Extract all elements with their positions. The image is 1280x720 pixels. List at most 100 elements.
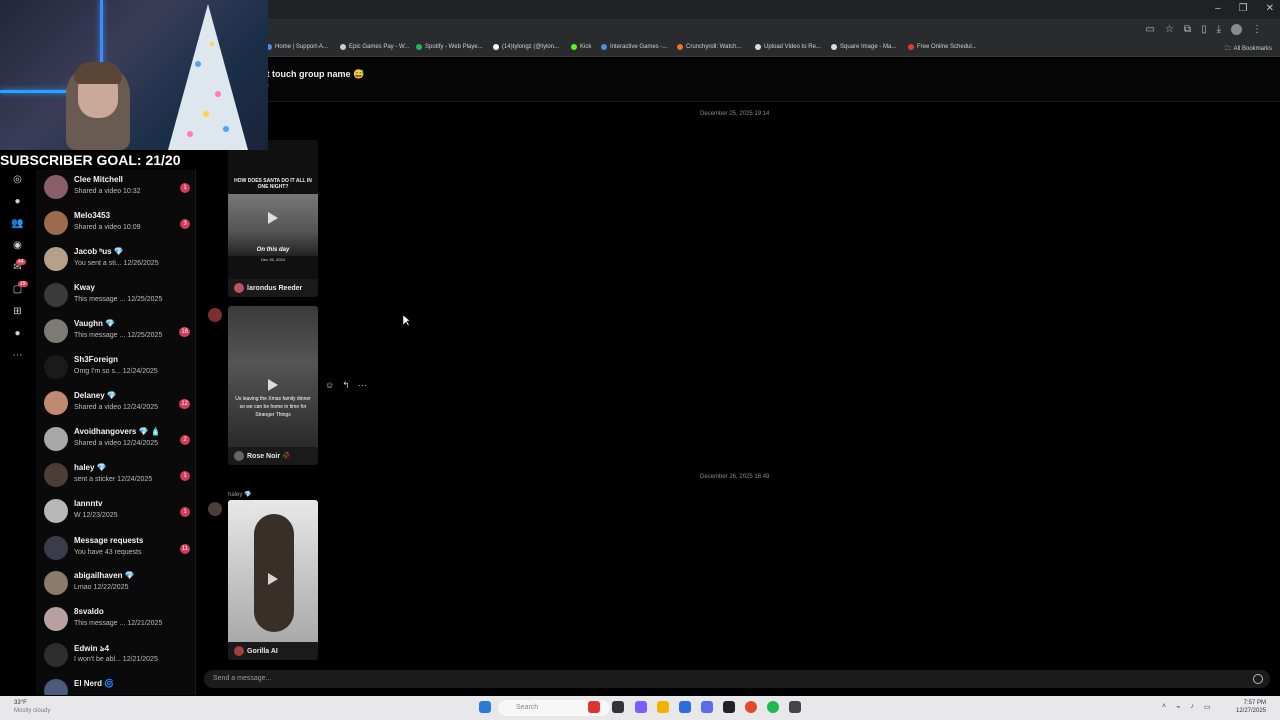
christmas-tree — [168, 4, 248, 150]
unread-badge: 1 — [180, 507, 190, 517]
upload-icon[interactable]: ⊞ — [11, 305, 24, 318]
unread-badge: 1 — [180, 471, 190, 481]
conversation-item[interactable]: abigailhaven 💎 Lmao 12/22/2025 — [44, 568, 194, 602]
more-icon[interactable]: ⋯ — [11, 349, 24, 362]
react-icon[interactable]: ☺ — [325, 380, 334, 391]
all-bookmarks[interactable]: 🗀 All Bookmarks — [1225, 44, 1272, 54]
sidebar-icon[interactable]: ▯ — [1201, 24, 1207, 35]
video-author: Rose Noir 🥀 — [228, 447, 318, 465]
bookmark-favicon — [677, 44, 683, 50]
conversation-item[interactable]: Vaughn 💎 This message ... 12/25/2025 16 — [44, 316, 194, 350]
obs-icon[interactable] — [789, 701, 801, 713]
avatar — [44, 643, 68, 667]
unread-badge: 1 — [180, 183, 190, 193]
volume-icon[interactable]: ♪ — [1190, 703, 1194, 711]
conversation-item[interactable]: Sh3Foreign Omg I'm so s... 12/24/2025 — [44, 352, 194, 386]
video-author: Gorilla AI — [228, 642, 318, 660]
chevron-up-icon[interactable]: ˄ — [1162, 703, 1166, 711]
bookmark-item[interactable]: Free Online Schedul... — [908, 44, 977, 50]
bookmark-item[interactable]: Interactive Games -... — [601, 44, 667, 50]
sender-name: haley 💎 — [228, 492, 252, 498]
network-icon[interactable]: ⌁ — [1176, 703, 1180, 711]
avatar — [44, 319, 68, 343]
friends-icon[interactable]: 👥 — [11, 217, 24, 230]
conversation-item[interactable]: Melo3453 Shared a video 10:09 3 — [44, 208, 194, 242]
unread-badge: 12 — [179, 399, 190, 409]
date-separator: December 25, 2025 19:14 — [700, 111, 770, 117]
emoji-icon[interactable] — [1253, 674, 1263, 684]
avatar — [44, 463, 68, 487]
discord-icon[interactable] — [701, 701, 713, 713]
bookmark-favicon — [340, 44, 346, 50]
weather-widget[interactable]: 33°F Mostly cloudy — [14, 699, 50, 715]
file-explorer-icon[interactable] — [657, 701, 669, 713]
profile-avatar[interactable] — [1231, 24, 1242, 35]
play-icon[interactable] — [268, 379, 278, 391]
maximize-button[interactable]: ❐ — [1239, 3, 1248, 14]
video-caption: Us leaving the Xmas family dinner so we … — [235, 396, 311, 418]
conversation-item[interactable]: Delaney 💎 Shared a video 12/24/2025 12 — [44, 388, 194, 422]
store-icon[interactable] — [679, 701, 691, 713]
message-requests-item[interactable]: Message requests You have 43 requests 11 — [44, 533, 194, 567]
widgets-icon[interactable] — [635, 701, 647, 713]
message-composer[interactable] — [204, 670, 1270, 688]
download-icon[interactable]: ⤓ — [1217, 24, 1221, 35]
unread-badge: 11 — [179, 544, 190, 554]
memory-label: On this day — [256, 247, 290, 253]
shared-video-card[interactable]: Us leaving the Xmas family dinner so we … — [228, 306, 318, 465]
battery-icon[interactable]: ▭ — [1204, 703, 1211, 711]
conversation-item[interactable]: lannntv W 12/23/2025 1 — [44, 496, 194, 530]
messages-badge: 19 — [18, 281, 28, 287]
group-name[interactable]: nt touch group name 😅 — [261, 69, 364, 80]
bookmark-favicon — [493, 44, 499, 50]
avatar — [44, 355, 68, 379]
bookmark-item[interactable]: (14)tylongz (@tylon... — [493, 44, 559, 50]
clock[interactable]: 7:57 PM 12/27/2025 — [1236, 699, 1266, 715]
conversation-item[interactable]: 8svaldo This message ... 12/21/2025 — [44, 604, 194, 638]
sender-avatar[interactable] — [208, 308, 222, 322]
bookmark-item[interactable]: Epic Games Pay - W... — [340, 44, 409, 50]
conversation-item[interactable]: Edwin ঌ4 I won't be abl... 12/21/2025 — [44, 640, 194, 674]
close-button[interactable]: ✕ — [1266, 3, 1274, 14]
spotify-icon[interactable] — [767, 701, 779, 713]
x-app-icon[interactable] — [723, 701, 735, 713]
task-view-icon[interactable] — [612, 701, 624, 713]
bookmark-star-icon[interactable]: ☆ — [1165, 24, 1174, 35]
led-strip — [0, 90, 70, 93]
minimize-button[interactable]: – — [1215, 3, 1221, 14]
conversation-item[interactable]: Avoidhangovers 💎 🧴 Shared a video 12/24/2… — [44, 424, 194, 458]
bookmark-item[interactable]: Upload Video to Re... — [755, 44, 821, 50]
message-actions: ☺ ↰ ⋯ — [325, 380, 367, 391]
bookmark-item[interactable]: Home | Support-A... — [266, 44, 328, 50]
play-icon[interactable] — [268, 212, 278, 224]
bookmark-item[interactable]: Spotify - Web Playe... — [416, 44, 483, 50]
conversation-item[interactable]: Clee Mitchell Shared a video 10:32 1 — [44, 172, 194, 206]
conversation-item[interactable]: El Nerd 🌀 — [44, 676, 194, 695]
cast-icon[interactable]: ▭ — [1146, 24, 1155, 35]
browser-menu-icon[interactable]: ⋮ — [1252, 24, 1262, 35]
start-icon[interactable] — [479, 701, 491, 713]
following-icon[interactable]: ● — [11, 195, 24, 208]
bookmark-item[interactable]: Square Image - Ma... — [831, 44, 896, 50]
conversation-item[interactable]: Jacob ʰus 💎 You sent a sti... 12/26/2025 — [44, 244, 194, 278]
compass-icon[interactable]: ◎ — [11, 173, 24, 186]
chrome-icon[interactable] — [745, 701, 757, 713]
avatar — [44, 175, 68, 199]
live-icon[interactable]: ◉ — [11, 239, 24, 252]
extensions-icon[interactable]: ⧉ — [1184, 24, 1191, 35]
profile-icon[interactable]: ● — [11, 327, 24, 340]
shared-video-card[interactable]: Gorilla AI — [228, 500, 318, 660]
bookmark-item[interactable]: Crunchyroll: Watch... — [677, 44, 741, 50]
sender-avatar[interactable] — [208, 502, 222, 516]
conversation-item[interactable]: haley 💎 sent a sticker 12/24/2025 1 — [44, 460, 194, 494]
calendar-icon[interactable] — [588, 701, 600, 713]
bookmark-item[interactable]: Kick — [571, 44, 591, 50]
conversation-item[interactable]: Kway This message ... 12/25/2025 — [44, 280, 194, 314]
play-icon[interactable] — [268, 573, 278, 585]
avatar — [44, 607, 68, 631]
shared-video-card[interactable]: HOW DOES SANTA DO IT ALL IN ONE NIGHT? O… — [228, 140, 318, 297]
message-input[interactable]: Send a message... — [213, 675, 271, 682]
more-icon[interactable]: ⋯ — [358, 380, 367, 391]
author-avatar — [234, 646, 244, 656]
reply-icon[interactable]: ↰ — [342, 380, 350, 391]
